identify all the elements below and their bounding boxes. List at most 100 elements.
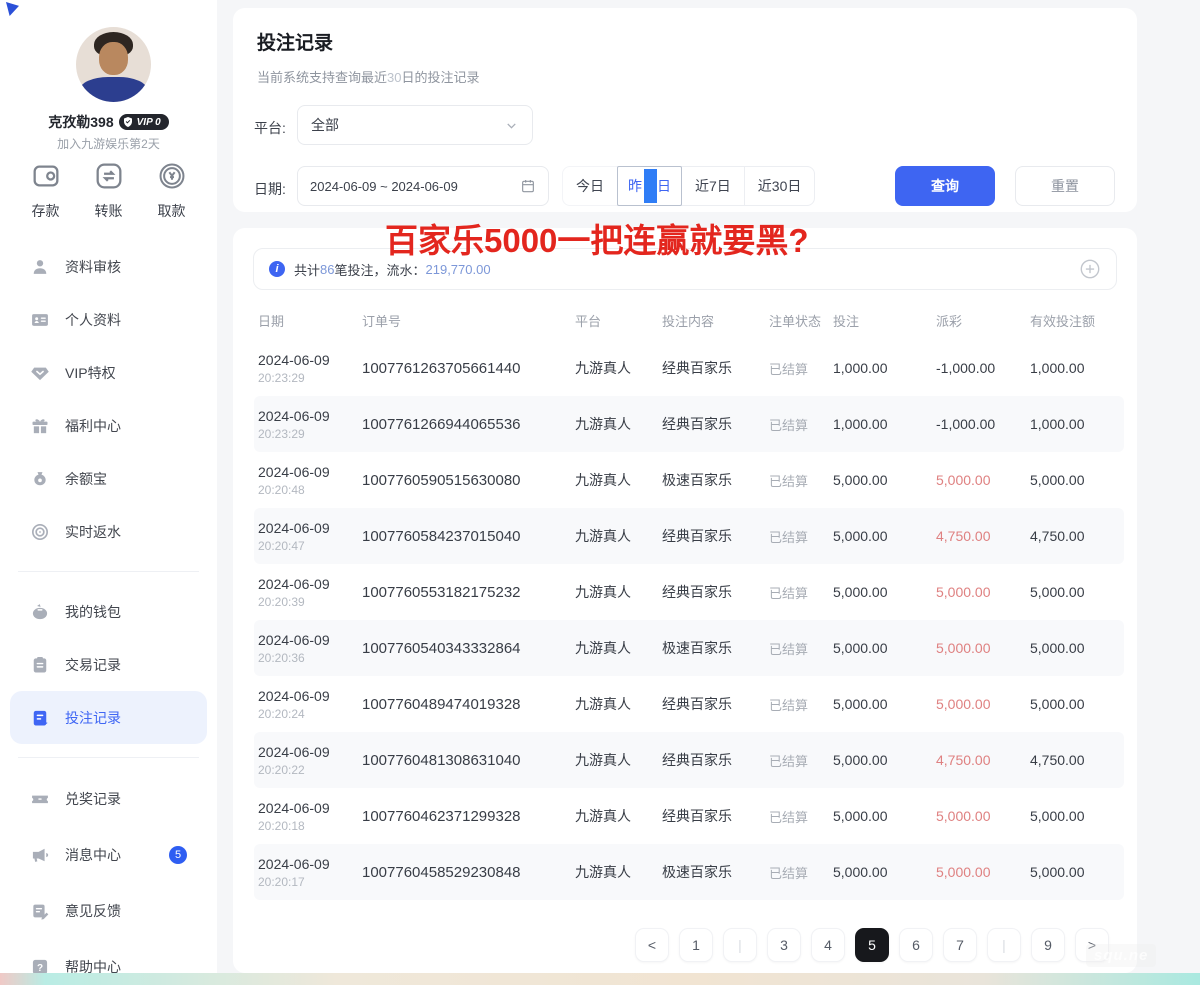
payout: 4,750.00	[936, 752, 1030, 768]
vip-badge[interactable]: VIP 0	[119, 114, 169, 130]
order-number: 1007761266944065536	[362, 416, 575, 433]
platform: 九游真人	[575, 582, 662, 602]
sidebar-item-vip[interactable]: VIP特权	[10, 346, 207, 399]
valid-bet-amount: 1,000.00	[1030, 416, 1124, 432]
bet-content: 经典百家乐	[662, 358, 769, 378]
plus-circle-icon[interactable]	[1079, 258, 1101, 280]
bet-date: 2024-06-09	[258, 408, 362, 424]
bet-status: 已结算	[769, 583, 833, 602]
sidebar-item-audit[interactable]: 资料审核	[10, 240, 207, 293]
date-range-input[interactable]: 2024-06-09 ~ 2024-06-09	[297, 166, 549, 206]
page-title: 投注记录	[257, 28, 333, 55]
vip-level-label: VIP 0	[137, 117, 161, 128]
money-bag-icon	[30, 469, 50, 489]
username: 克孜勒398	[48, 112, 113, 132]
yuan-circle-icon	[156, 160, 188, 192]
table-row: 2024-06-0920:23:291007761263705661440九游真…	[254, 340, 1124, 396]
column-header: 投注	[833, 311, 936, 330]
sidebar-item-label: 资料审核	[65, 257, 121, 277]
bet-status: 已结算	[769, 639, 833, 658]
range-last30[interactable]: 近30日	[744, 166, 816, 206]
range-today[interactable]: 今日	[562, 166, 618, 206]
valid-bet-amount: 5,000.00	[1030, 696, 1124, 712]
bet-amount: 5,000.00	[833, 752, 936, 768]
page-subtitle: 当前系统支持查询最近30日的投注记录	[257, 67, 480, 86]
bottom-gradient-strip	[0, 973, 1200, 985]
sidebar-item-rebate[interactable]: 实时返水	[10, 505, 207, 558]
platform: 九游真人	[575, 414, 662, 434]
bet-content: 极速百家乐	[662, 638, 769, 658]
table-row: 2024-06-0920:20:221007760481308631040九游真…	[254, 732, 1124, 788]
pagination-ellipsis[interactable]: |...	[987, 928, 1021, 962]
column-header: 注单状态	[769, 311, 833, 330]
bet-status: 已结算	[769, 751, 833, 770]
table-header: 日期订单号平台投注内容注单状态投注派彩有效投注额	[258, 300, 1120, 340]
sidebar-item-label: 我的钱包	[65, 602, 121, 622]
payout: 5,000.00	[936, 472, 1030, 488]
pagination-page-3[interactable]: 3	[767, 928, 801, 962]
sidebar-nav: 资料审核个人资料VIP特权福利中心余额宝实时返水我的钱包交易记录投注记录兑奖记录…	[10, 240, 207, 985]
pagination-page-5[interactable]: 5	[855, 928, 889, 962]
date-range-value: 2024-06-09 ~ 2024-06-09	[310, 179, 458, 194]
info-icon: i	[269, 261, 285, 277]
piggy-bank-icon	[30, 602, 50, 622]
payout: 5,000.00	[936, 864, 1030, 880]
pagination-page-1[interactable]: 1	[679, 928, 713, 962]
bet-time: 20:20:36	[258, 651, 362, 665]
pagination-ellipsis[interactable]: |...	[723, 928, 757, 962]
pagination-page-6[interactable]: 6	[899, 928, 933, 962]
reset-button[interactable]: 重置	[1015, 166, 1115, 206]
sidebar-item-feedback[interactable]: 意见反馈	[10, 883, 207, 939]
red-overlay-caption: 百家乐5000一把连赢就要黑?	[385, 214, 809, 262]
sidebar-item-messages[interactable]: 消息中心5	[10, 827, 207, 883]
sidebar-item-welfare[interactable]: 福利中心	[10, 399, 207, 452]
bet-amount: 5,000.00	[833, 808, 936, 824]
wallet-card-icon	[30, 160, 62, 192]
transfer-arrows-icon	[93, 160, 125, 192]
platform: 九游真人	[575, 750, 662, 770]
quick-action-label: 转账	[95, 201, 123, 221]
platform-select[interactable]: 全部	[297, 105, 533, 145]
sidebar-item-wallet[interactable]: 我的钱包	[10, 585, 207, 638]
query-button[interactable]: 查询	[895, 166, 995, 206]
valid-bet-amount: 4,750.00	[1030, 528, 1124, 544]
bet-status: 已结算	[769, 359, 833, 378]
sidebar-item-transactions[interactable]: 交易记录	[10, 638, 207, 691]
quick-action-transfer[interactable]: 转账	[93, 160, 125, 221]
bet-amount: 5,000.00	[833, 640, 936, 656]
sidebar-divider	[18, 757, 199, 758]
calendar-icon	[520, 178, 536, 194]
sidebar-item-yuebao[interactable]: 余额宝	[10, 452, 207, 505]
pagination: <1|...34567|...9>	[635, 928, 1109, 962]
quick-action-deposit[interactable]: 存款	[30, 160, 62, 221]
range-yesterday[interactable]: 昨日	[617, 166, 682, 206]
quick-action-withdraw[interactable]: 取款	[156, 160, 188, 221]
bet-date: 2024-06-09	[258, 464, 362, 480]
valid-bet-amount: 5,000.00	[1030, 864, 1124, 880]
sidebar-item-profile[interactable]: 个人资料	[10, 293, 207, 346]
sidebar-item-redeem[interactable]: 兑奖记录	[10, 771, 207, 827]
column-header: 平台	[575, 311, 662, 330]
platform: 九游真人	[575, 470, 662, 490]
sidebar-item-bets[interactable]: 投注记录	[10, 691, 207, 744]
range-last7[interactable]: 近7日	[681, 166, 745, 206]
bet-time: 20:23:29	[258, 371, 362, 385]
sidebar-divider	[18, 571, 199, 572]
payout: 5,000.00	[936, 696, 1030, 712]
summary-middle: 笔投注，流水：	[334, 260, 425, 279]
table-body: 2024-06-0920:23:291007761263705661440九游真…	[254, 340, 1124, 900]
platform: 九游真人	[575, 638, 662, 658]
pagination-page-9[interactable]: 9	[1031, 928, 1065, 962]
pagination-page-7[interactable]: 7	[943, 928, 977, 962]
bet-status: 已结算	[769, 863, 833, 882]
pagination-prev[interactable]: <	[635, 928, 669, 962]
avatar	[76, 27, 151, 102]
watermark: squ.ne	[1086, 944, 1156, 967]
bet-date: 2024-06-09	[258, 352, 362, 368]
bet-amount: 5,000.00	[833, 584, 936, 600]
bet-time: 20:23:29	[258, 427, 362, 441]
megaphone-icon	[30, 845, 50, 865]
valid-bet-amount: 5,000.00	[1030, 472, 1124, 488]
pagination-page-4[interactable]: 4	[811, 928, 845, 962]
platform: 九游真人	[575, 806, 662, 826]
